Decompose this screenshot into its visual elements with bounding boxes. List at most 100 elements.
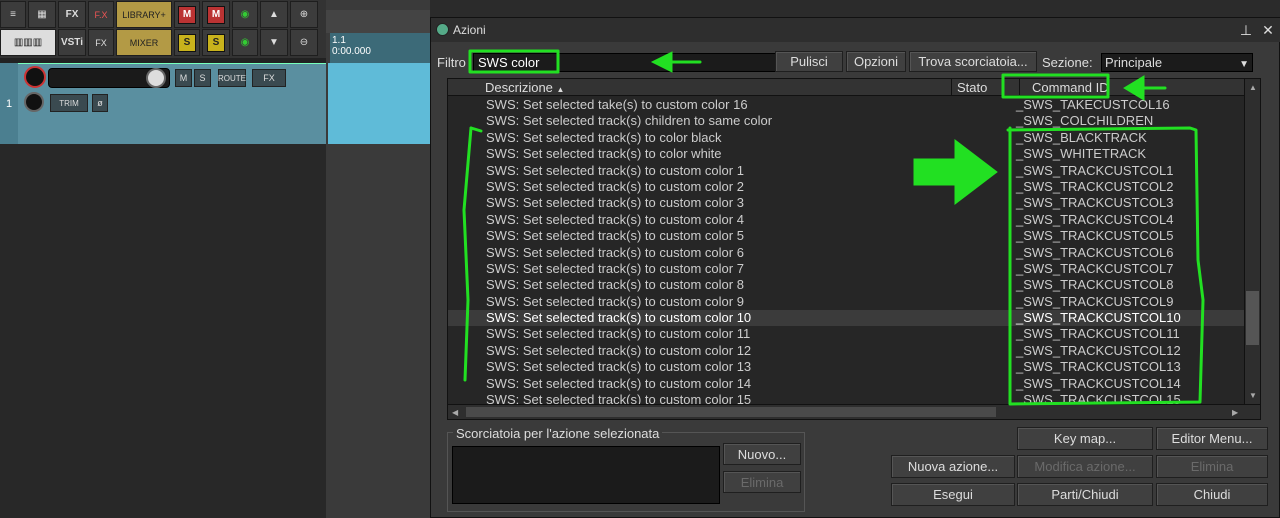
unsolo-all-button[interactable]: S	[202, 29, 230, 56]
fx-label: FX	[65, 9, 79, 20]
eye-icon[interactable]: ◉	[232, 1, 258, 28]
track-fx-button[interactable]: FX	[252, 69, 286, 87]
new-action-button[interactable]: Nuova azione...	[891, 455, 1015, 478]
close-icon[interactable]: ✕	[1259, 21, 1277, 39]
route-button[interactable]: ROUTE	[218, 69, 246, 87]
key-map-button[interactable]: Key map...	[1017, 427, 1153, 450]
zoom-in-icon[interactable]: ⊕	[290, 1, 318, 28]
section-select[interactable]: Principale ▼	[1101, 53, 1253, 72]
scroll-left-icon[interactable]: ◀	[452, 408, 458, 417]
undo-icon[interactable]: ≡	[0, 1, 26, 28]
table-row[interactable]: SWS: Set selected track(s) to custom col…	[448, 228, 1246, 244]
filter-label: Filtro	[437, 55, 466, 70]
zoom-out-icon[interactable]: ⊖	[290, 29, 318, 56]
volume-knob-icon[interactable]	[146, 68, 166, 88]
table-row[interactable]: SWS: Set selected track(s) children to s…	[448, 113, 1246, 129]
track-mute-button[interactable]: M	[175, 69, 192, 87]
reaper-window: ≡ ▦ FX F.X LIBRARY+ M M ◉ ▲ ⊕ ▥▥▥ VSTi F…	[0, 0, 1280, 518]
mixer-button[interactable]: MIXER	[116, 29, 172, 56]
column-description[interactable]: Descrizione ▲	[480, 79, 952, 96]
row-command-id: _SWS_WHITETRACK	[1016, 146, 1147, 162]
shortcut-list[interactable]	[452, 446, 720, 504]
table-row[interactable]: SWS: Set selected track(s) to custom col…	[448, 179, 1246, 195]
track-solo-button[interactable]: S	[194, 69, 211, 87]
table-row[interactable]: SWS: Set selected track(s) to color whit…	[448, 146, 1246, 162]
horizontal-scrollbar[interactable]: ◀ ▶	[448, 404, 1260, 419]
actions-dialog: Azioni ⊥ ✕ Filtro Pulisci Opzioni Trova …	[430, 17, 1280, 518]
find-shortcut-button[interactable]: Trova scorciatoia...	[909, 51, 1037, 72]
track-lane[interactable]	[328, 63, 430, 144]
table-row[interactable]: SWS: Set selected track(s) to custom col…	[448, 163, 1246, 179]
library-button[interactable]: LIBRARY+	[116, 1, 172, 28]
table-row[interactable]: SWS: Set selected track(s) to custom col…	[448, 195, 1246, 211]
actions-list[interactable]: Descrizione ▲ Stato Command ID SWS: Set …	[447, 78, 1261, 420]
keyboard-icon[interactable]: ▥▥▥	[0, 29, 56, 56]
chevron-down-icon[interactable]: ▼	[260, 29, 288, 56]
tcp-empty-area[interactable]	[0, 144, 326, 518]
chevron-up-icon[interactable]: ▲	[260, 1, 288, 28]
scroll-right-icon[interactable]: ▶	[1232, 408, 1238, 417]
pin-icon[interactable]: ⊥	[1237, 21, 1255, 39]
new-shortcut-button[interactable]: Nuovo...	[723, 443, 801, 465]
table-row[interactable]: SWS: Set selected track(s) to custom col…	[448, 294, 1246, 310]
dialog-titlebar[interactable]: Azioni ⊥ ✕	[431, 18, 1280, 42]
mute-button[interactable]: M	[174, 1, 200, 28]
table-row[interactable]: SWS: Set selected take(s) to custom colo…	[448, 97, 1246, 113]
table-row[interactable]: SWS: Set selected track(s) to custom col…	[448, 261, 1246, 277]
row-description: SWS: Set selected track(s) to custom col…	[486, 178, 744, 194]
menu-editor-button[interactable]: Editor Menu...	[1156, 427, 1268, 450]
edit-action-button[interactable]: Modifica azione...	[1017, 455, 1153, 478]
delete-action-button[interactable]: Elimina	[1156, 455, 1268, 478]
clear-button[interactable]: Pulisci	[775, 51, 843, 72]
scroll-down-icon[interactable]: ▼	[1249, 391, 1257, 400]
table-row[interactable]: SWS: Set selected track(s) to custom col…	[448, 212, 1246, 228]
table-row[interactable]: SWS: Set selected track(s) to custom col…	[448, 310, 1246, 327]
row-description: SWS: Set selected track(s) to color whit…	[486, 146, 722, 162]
list-header: Descrizione ▲ Stato Command ID	[448, 79, 1246, 96]
table-row[interactable]: SWS: Set selected track(s) to custom col…	[448, 343, 1246, 359]
grid-icon[interactable]: ▦	[28, 1, 56, 28]
row-command-id: _SWS_TRACKCUSTCOL4	[1016, 211, 1174, 227]
solo-label: S	[178, 33, 196, 52]
main-toolbar: ≡ ▦ FX F.X LIBRARY+ M M ◉ ▲ ⊕ ▥▥▥ VSTi F…	[0, 0, 326, 58]
vertical-scrollbar[interactable]: ▲ ▼	[1244, 79, 1260, 405]
visibility-icon[interactable]: ◉	[232, 29, 258, 56]
horizontal-scroll-thumb[interactable]	[466, 407, 996, 417]
close-button[interactable]: Chiudi	[1156, 483, 1268, 506]
track-number[interactable]: 1	[0, 63, 18, 144]
scroll-up-icon[interactable]: ▲	[1249, 83, 1257, 92]
column-command-id[interactable]: Command ID	[1020, 79, 1246, 96]
fx-button[interactable]: FX	[58, 1, 86, 28]
vertical-scroll-thumb[interactable]	[1246, 291, 1259, 345]
row-description: SWS: Set selected track(s) to custom col…	[486, 195, 744, 211]
options-button[interactable]: Opzioni	[846, 51, 906, 72]
fx-bypass-button[interactable]: F.X	[88, 1, 114, 28]
column-state[interactable]: Stato	[952, 79, 1020, 96]
vsti-label: VSTi	[60, 37, 84, 48]
run-button[interactable]: Esegui	[891, 483, 1015, 506]
table-row[interactable]: SWS: Set selected track(s) to custom col…	[448, 359, 1246, 375]
phase-button[interactable]: ø	[92, 94, 108, 112]
vsti-button[interactable]: VSTi	[58, 29, 86, 56]
pan-knob-icon[interactable]	[24, 92, 44, 112]
row-description: SWS: Set selected track(s) to color blac…	[486, 129, 722, 145]
row-description: SWS: Set selected track(s) children to s…	[486, 113, 773, 129]
row-command-id: _SWS_TRACKCUSTCOL2	[1016, 178, 1174, 194]
run-close-button[interactable]: Parti/Chiudi	[1017, 483, 1153, 506]
record-arm-icon[interactable]	[24, 66, 46, 88]
filter-input[interactable]	[473, 53, 801, 72]
table-row[interactable]: SWS: Set selected track(s) to color blac…	[448, 130, 1246, 146]
trim-button[interactable]: TRIM	[50, 94, 88, 112]
table-row[interactable]: SWS: Set selected track(s) to custom col…	[448, 277, 1246, 293]
row-description: SWS: Set selected take(s) to custom colo…	[486, 97, 748, 112]
unmute-all-button[interactable]: M	[202, 1, 230, 28]
table-row[interactable]: SWS: Set selected track(s) to custom col…	[448, 245, 1246, 261]
table-row[interactable]: SWS: Set selected track(s) to custom col…	[448, 326, 1246, 342]
table-row[interactable]: SWS: Set selected track(s) to custom col…	[448, 376, 1246, 392]
shortcut-group-label: Scorciatoia per l'azione selezionata	[453, 426, 663, 441]
row-command-id: _SWS_TRACKCUSTCOL10	[1016, 310, 1181, 326]
delete-shortcut-button[interactable]: Elimina	[723, 471, 801, 493]
timeline-ruler[interactable]	[326, 10, 430, 33]
solo-button[interactable]: S	[174, 29, 200, 56]
fx-chain-button[interactable]: FX	[88, 29, 114, 56]
